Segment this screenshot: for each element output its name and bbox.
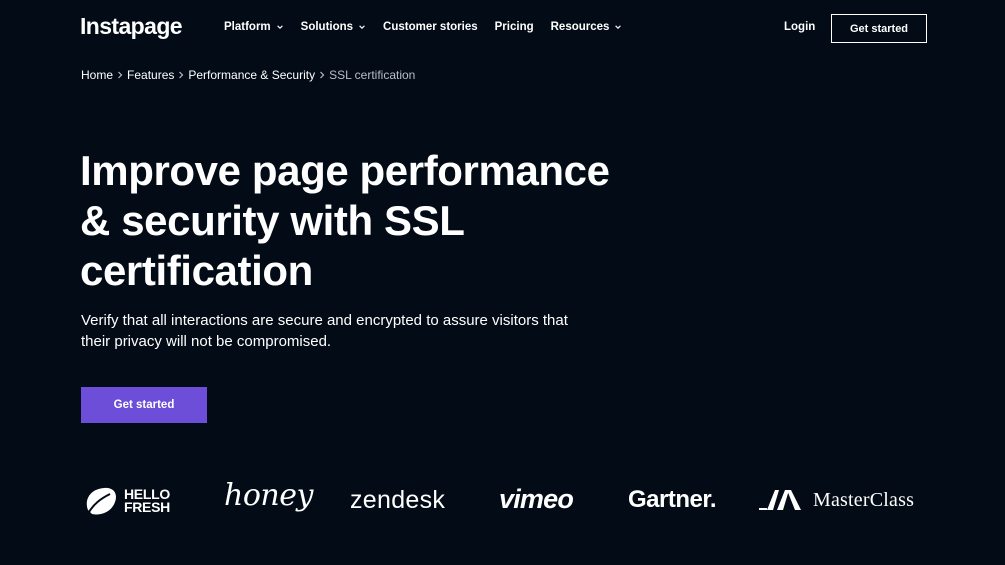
instapage-logo[interactable]: Instapage (80, 13, 183, 40)
masterclass-wordmark: MasterClass (813, 488, 915, 511)
hero-subtitle-line: Verify that all interactions are secure … (81, 312, 568, 329)
vimeo-logo: vimeo (499, 484, 574, 514)
honey-logo: honey (224, 478, 313, 513)
customer-logos: HELLO FRESH honey zendesk vimeo Gartner.… (0, 474, 1005, 530)
nav-customer-stories[interactable]: Customer stories (383, 21, 478, 33)
nav-pricing-label: Pricing (494, 21, 534, 33)
nav-solutions[interactable]: Solutions (301, 21, 366, 33)
chevron-down-icon (276, 25, 283, 29)
page: Instapage Platform Solutions Customer st… (0, 0, 1005, 565)
nav-resources[interactable]: Resources (551, 21, 623, 33)
chevron-right-icon (179, 71, 184, 79)
nav-pricing[interactable]: Pricing (495, 21, 534, 33)
hero-get-started-button[interactable]: Get started (81, 387, 207, 423)
chevron-right-icon (320, 71, 325, 79)
page-title-line: certification (80, 247, 313, 294)
page-title-line: Improve page performance (80, 147, 610, 194)
nav-platform-label: Platform (224, 21, 271, 33)
nav-resources-label: Resources (550, 21, 610, 33)
hellofresh-line: FRESH (124, 499, 170, 515)
gartner-logo: Gartner. (628, 486, 717, 513)
hellofresh-wordmark: HELLO FRESH (124, 487, 170, 515)
nav-customer-stories-label: Customer stories (383, 21, 478, 33)
page-title-line: & security with SSL (80, 197, 465, 244)
breadcrumb-performance-security[interactable]: Performance & Security (188, 68, 315, 82)
masterclass-mark-icon (759, 490, 801, 510)
zendesk-logo: zendesk (350, 486, 446, 514)
breadcrumb-features[interactable]: Features (127, 68, 174, 82)
hero-subtitle-line: their privacy will not be compromised. (81, 333, 332, 350)
masterclass-logo: MasterClass (759, 488, 914, 512)
hellofresh-leaf-icon (86, 487, 116, 515)
chevron-down-icon (615, 25, 622, 29)
page-title: Improve page performance & security with… (80, 146, 720, 296)
nav-solutions-label: Solutions (300, 21, 354, 33)
header-get-started-button[interactable]: Get started (831, 14, 927, 43)
site-header: Instapage Platform Solutions Customer st… (0, 0, 1005, 58)
hellofresh-logo: HELLO FRESH (84, 486, 170, 516)
nav-platform[interactable]: Platform (224, 21, 284, 33)
chevron-down-icon (359, 25, 365, 29)
breadcrumb-home[interactable]: Home (81, 68, 113, 82)
breadcrumb: Home Features Performance & Security SSL… (81, 68, 415, 82)
hero-subtitle: Verify that all interactions are secure … (81, 310, 621, 352)
chevron-right-icon (118, 71, 123, 79)
login-link[interactable]: Login (784, 21, 815, 33)
main-nav: Platform Solutions Customer stories Pric… (224, 21, 639, 33)
breadcrumb-current: SSL certification (329, 68, 416, 82)
